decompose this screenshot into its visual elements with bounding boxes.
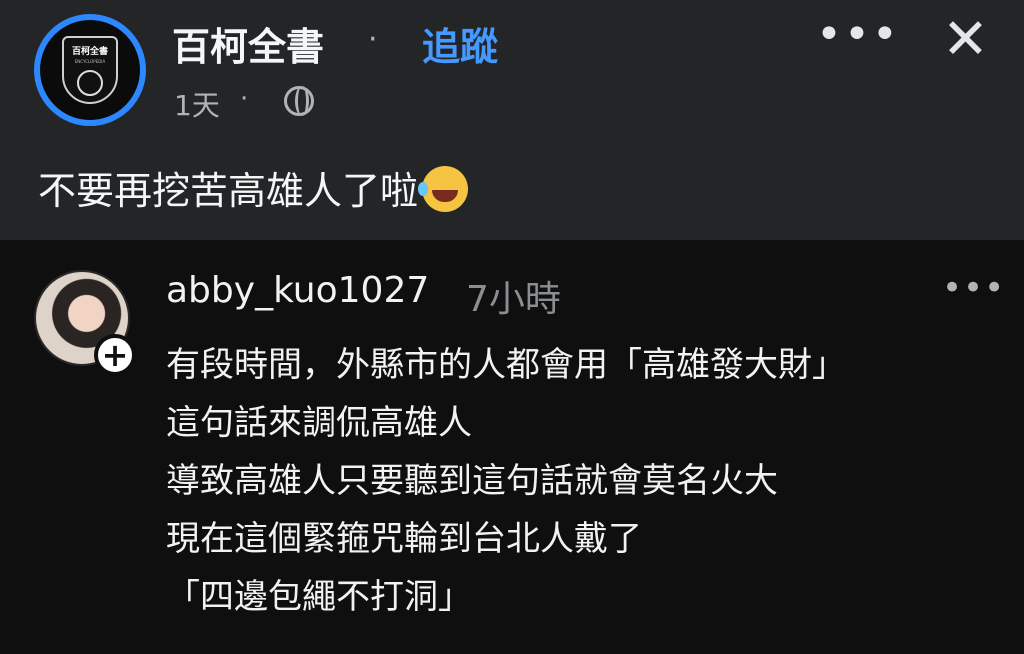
logo-subtext: ENCYCLOPEDIA — [74, 59, 106, 64]
more-options-icon[interactable]: ••• — [816, 13, 900, 57]
logo-text: 百柯全書 — [71, 47, 108, 57]
follow-plus-button[interactable]: + — [94, 334, 136, 376]
comment-line: 導致高雄人只要聽到這句話就會莫名火大 — [166, 461, 778, 501]
comment-username[interactable]: abby_kuo1027 — [166, 270, 429, 311]
comment-item: + abby_kuo1027 7小時 ••• 有段時間，外縣市的人都會用「高雄發… — [0, 240, 1024, 654]
follow-button[interactable]: 追蹤 — [422, 16, 498, 71]
post-text: 不要再挖苦高雄人了啦 — [38, 160, 469, 215]
close-icon[interactable]: ✕ — [942, 10, 989, 70]
separator-dot: · — [368, 22, 378, 57]
post-text-content: 不要再挖苦高雄人了啦 — [38, 169, 419, 213]
comment-line: 這句話來調侃高雄人 — [166, 403, 472, 443]
comment-text: 有段時間，外縣市的人都會用「高雄發大財」 這句話來調侃高雄人 導致高雄人只要聽到… — [166, 336, 846, 626]
page-logo: 百柯全書 ENCYCLOPEDIA — [62, 36, 118, 104]
comment-line: 「四邊包繩不打洞」 — [166, 577, 472, 617]
globe-icon — [284, 86, 314, 116]
page-avatar[interactable]: 百柯全書 ENCYCLOPEDIA — [34, 14, 146, 126]
post-time[interactable]: 1天 — [174, 84, 220, 124]
logo-emblem-icon — [77, 70, 103, 96]
comment-time: 7小時 — [466, 279, 561, 320]
page-name[interactable]: 百柯全書 — [172, 16, 324, 71]
comment-line: 有段時間，外縣市的人都會用「高雄發大財」 — [166, 345, 846, 385]
time-separator-dot: · — [240, 84, 249, 114]
comment-more-icon[interactable]: ••• — [942, 271, 1005, 305]
comment-line: 現在這個緊箍咒輪到台北人戴了 — [166, 519, 642, 559]
post-header: 百柯全書 ENCYCLOPEDIA 百柯全書 · 追蹤 1天 · ••• ✕ 不… — [0, 0, 1024, 240]
rolling-laughing-emoji-icon — [418, 166, 469, 212]
